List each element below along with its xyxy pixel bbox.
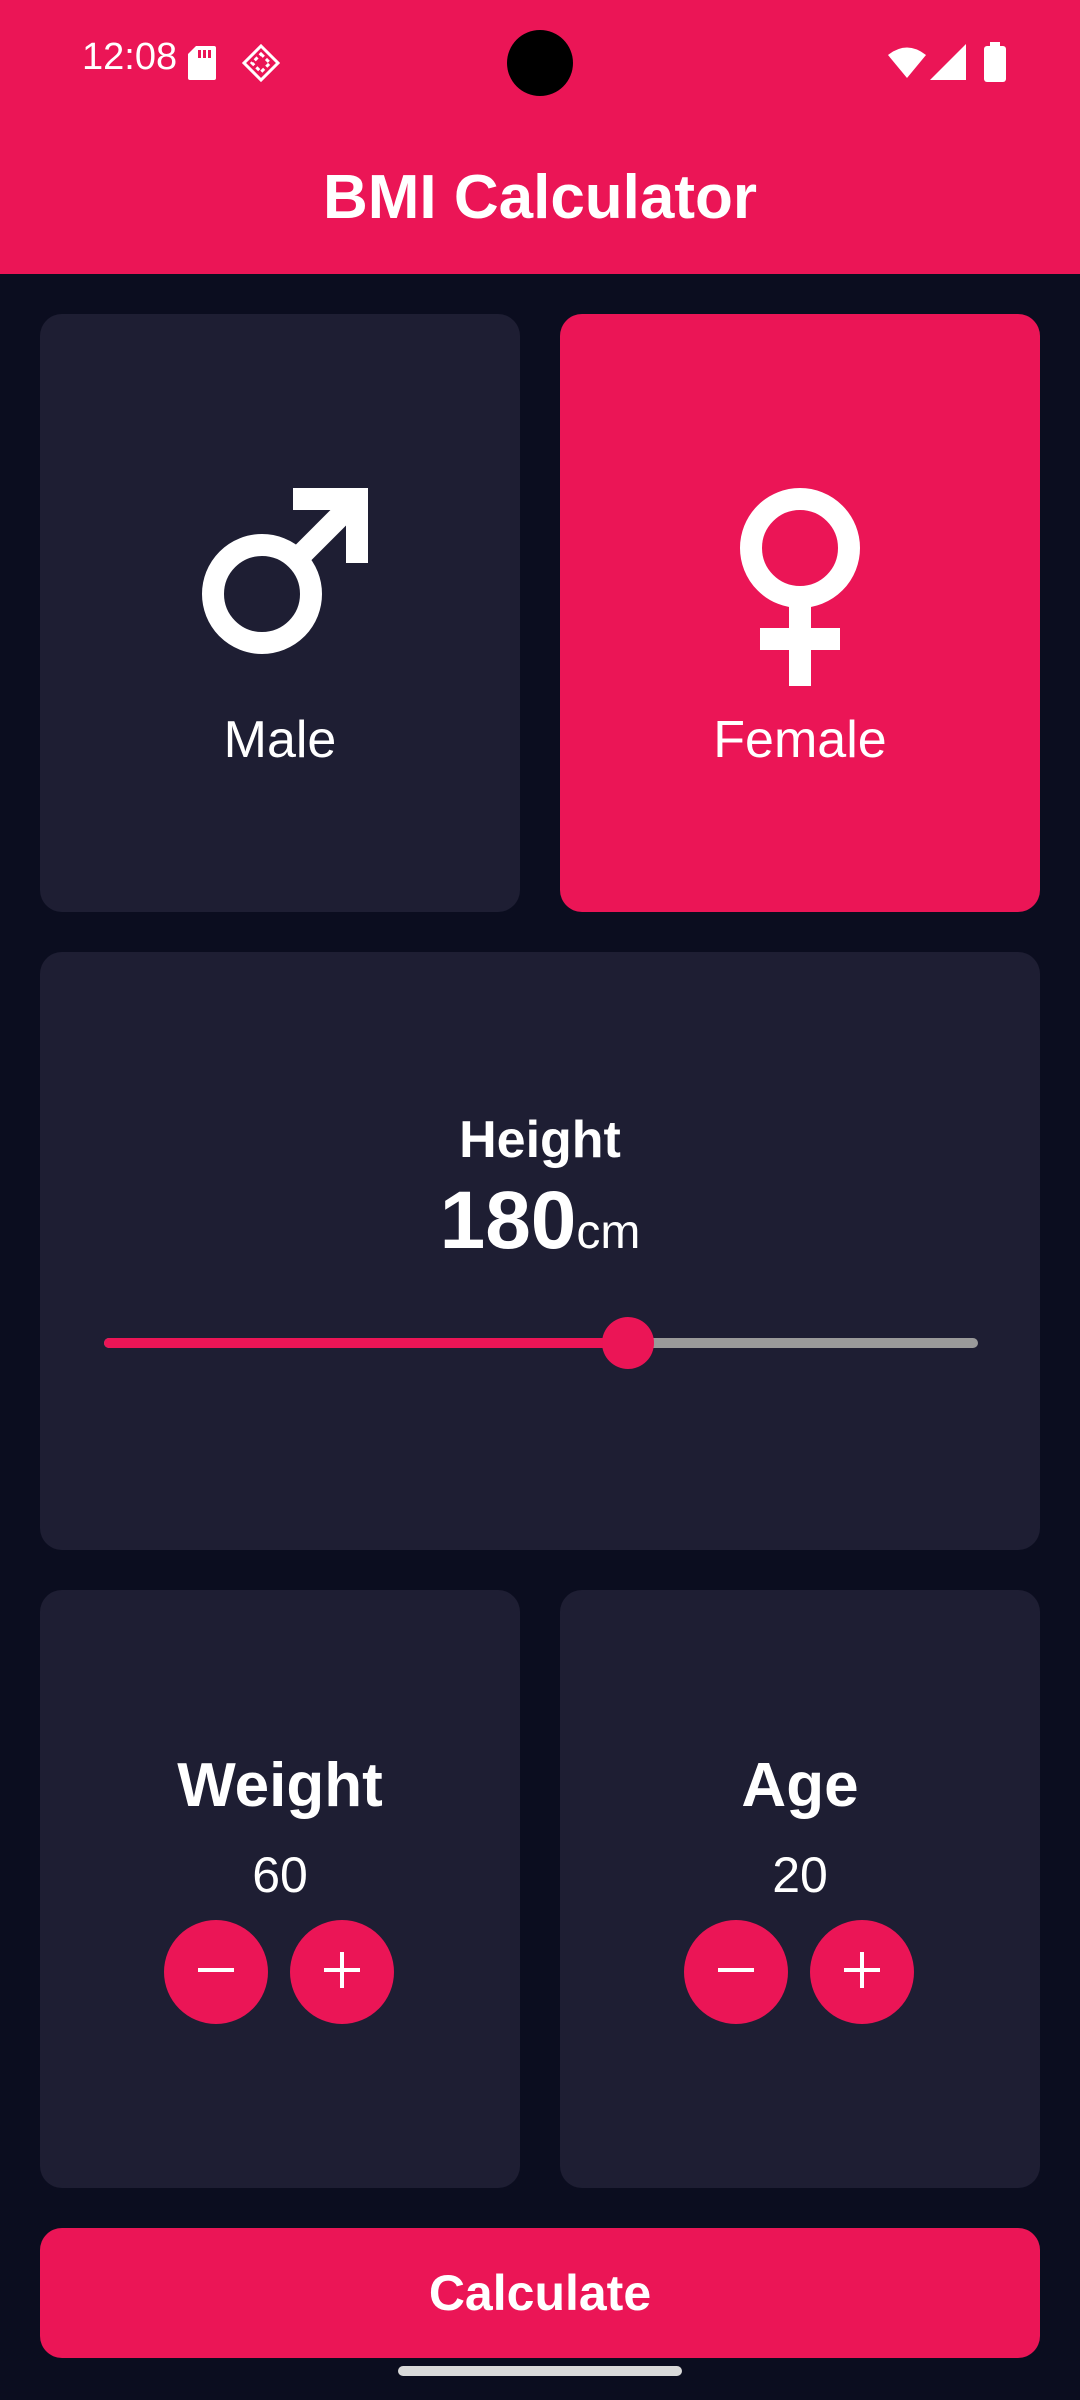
weight-label: Weight — [177, 1751, 383, 1820]
male-card[interactable]: Male — [40, 314, 520, 912]
female-icon — [738, 488, 862, 693]
camera-cutout — [507, 30, 573, 96]
plus-icon — [842, 1950, 882, 1995]
weight-card: Weight 60 — [40, 1590, 520, 2188]
age-decrement-button[interactable] — [684, 1920, 788, 2024]
height-unit: cm — [576, 1206, 641, 1259]
height-value-display: 180cm — [40, 1174, 1040, 1268]
age-increment-button[interactable] — [810, 1920, 914, 2024]
female-card[interactable]: Female — [560, 314, 1040, 912]
battery-icon — [984, 42, 1006, 87]
height-card: Height 180cm — [40, 952, 1040, 1550]
calculate-button[interactable]: Calculate — [40, 2228, 1040, 2358]
page-title: BMI Calculator — [322, 163, 758, 232]
age-card: Age 20 — [560, 1590, 1040, 2188]
male-icon — [190, 486, 370, 671]
female-label: Female — [713, 711, 887, 769]
height-slider-thumb[interactable] — [602, 1317, 655, 1369]
signal-icon — [930, 44, 966, 85]
minus-icon — [196, 1950, 236, 1995]
wifi-icon — [888, 46, 926, 83]
minus-icon — [716, 1950, 756, 1995]
male-label: Male — [223, 711, 337, 769]
app-bar: 12:08 BMI Calculator — [0, 0, 1080, 274]
home-indicator[interactable] — [398, 2366, 682, 2376]
weight-increment-button[interactable] — [290, 1920, 394, 2024]
weight-value: 60 — [252, 1847, 308, 1903]
status-time: 12:08 — [82, 36, 178, 78]
status-bar: 12:08 — [0, 28, 1080, 100]
age-label: Age — [741, 1751, 859, 1820]
weight-decrement-button[interactable] — [164, 1920, 268, 2024]
age-value: 20 — [772, 1847, 828, 1903]
height-value: 180 — [439, 1175, 577, 1266]
height-label: Height — [459, 1111, 621, 1169]
developer-icon — [241, 43, 281, 87]
height-slider-fill — [104, 1338, 629, 1348]
sd-card-icon — [188, 46, 216, 85]
plus-icon — [322, 1950, 362, 1995]
